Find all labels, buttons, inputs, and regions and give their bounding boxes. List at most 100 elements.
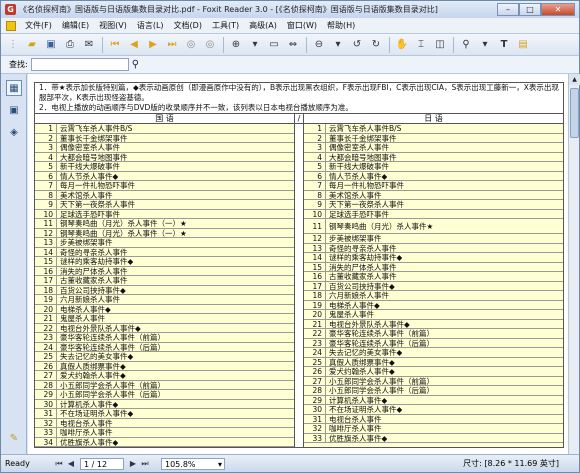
note-icon[interactable]: ▤ bbox=[514, 36, 532, 54]
foxit-app-icon: G bbox=[5, 4, 16, 15]
scrollbar-thumb[interactable] bbox=[570, 88, 579, 138]
table-row: 8 美术馆杀人事件 bbox=[304, 190, 563, 200]
first-page-icon[interactable]: ⏮ bbox=[106, 36, 124, 54]
episode-title: 董事长千金绑架事件 bbox=[329, 133, 397, 142]
zoom-in-icon[interactable]: ⊕ bbox=[227, 36, 245, 54]
hand-tool-icon[interactable]: ✋ bbox=[393, 36, 411, 54]
print-icon[interactable]: ⎙ bbox=[61, 36, 79, 54]
episode-number: 16 bbox=[304, 272, 326, 281]
vertical-scrollbar[interactable]: ▲ bbox=[568, 74, 580, 454]
find-dropdown-icon[interactable]: ▾ bbox=[476, 36, 494, 54]
episode-title: 六月新娘杀人事件 bbox=[60, 295, 120, 304]
ready-status: Ready bbox=[5, 459, 30, 468]
episode-title: 电梯杀人事件◆ bbox=[60, 304, 111, 313]
page-number-field[interactable]: 1 / 12 bbox=[80, 457, 124, 470]
zoom-out-icon[interactable]: ⊖ bbox=[310, 36, 328, 54]
back-icon[interactable]: ◎ bbox=[182, 36, 200, 54]
first-page-status-icon[interactable]: ⏮ bbox=[53, 459, 65, 469]
episode-number: 25 bbox=[35, 352, 57, 361]
close-button[interactable]: ✕ bbox=[541, 3, 575, 16]
status-bar: Ready ⏮ ◀ 1 / 12 ▶ ⏭ 105.8% ▾ 尺寸: [8.26 *… bbox=[1, 454, 579, 472]
next-page-status-icon[interactable]: ▶ bbox=[127, 459, 139, 468]
zoom-out-dropdown-icon[interactable]: ▾ bbox=[329, 36, 347, 54]
table-row: 7 每月一件礼物恐吓事件 bbox=[35, 181, 294, 191]
table-row: 4 大都会暗号地图事件 bbox=[35, 152, 294, 162]
menu-document[interactable]: 文档(D) bbox=[169, 20, 207, 31]
episode-number: 13 bbox=[35, 238, 57, 247]
episode-title: 小五郎同学会杀人事件（后篇） bbox=[329, 386, 434, 395]
menu-language[interactable]: 语言(L) bbox=[132, 20, 169, 31]
table-row: 33 咖啡厅杀人事件 bbox=[35, 428, 294, 438]
forward-icon[interactable]: ◎ bbox=[201, 36, 219, 54]
find-icon[interactable]: ⚲ bbox=[457, 36, 475, 54]
search-input[interactable] bbox=[30, 58, 129, 71]
pages-panel-icon[interactable]: ▣ bbox=[6, 102, 22, 118]
episode-number: 15 bbox=[35, 257, 57, 266]
document-viewport[interactable]: 1．带★表示加长版特别篇，◆表示动画原创（即漫画原作中没有的），B表示出现黑衣组… bbox=[28, 74, 568, 454]
table-row: 21 鬼屋杀人事件 bbox=[35, 314, 294, 324]
episode-number: 24 bbox=[304, 348, 326, 357]
attachment-icon[interactable]: ✎ bbox=[6, 430, 22, 446]
table-row: 29 小五郎同学会杀人事件（后篇） bbox=[35, 390, 294, 400]
rotate-left-icon[interactable]: ↺ bbox=[348, 36, 366, 54]
scroll-up-icon[interactable]: ▲ bbox=[569, 74, 580, 85]
snapshot-icon[interactable]: ◫ bbox=[431, 36, 449, 54]
menu-tools[interactable]: 工具(T) bbox=[207, 20, 244, 31]
table-row: 31 电视台杀人事件 bbox=[304, 414, 563, 424]
episode-title: 豪华客轮连续杀人事件（后篇） bbox=[60, 342, 165, 351]
episode-title: 钢琴奏鸣曲（月光）杀人事件（一）★ bbox=[60, 228, 187, 237]
menu-advanced[interactable]: 高级(A) bbox=[244, 20, 282, 31]
fit-width-icon[interactable]: ⇔ bbox=[284, 36, 302, 54]
note-line: 1．带★表示加长版特别篇，◆表示动画原创（即漫画原作中没有的），B表示出现黑衣组… bbox=[39, 83, 559, 102]
menu-edit[interactable]: 编辑(E) bbox=[57, 20, 94, 31]
episode-title: 天下第一夜祭杀人事件 bbox=[329, 200, 404, 209]
episode-title: 真假人质绑票事件◆ bbox=[60, 361, 126, 370]
episode-title: 美术馆杀人事件 bbox=[329, 190, 382, 199]
table-row: 30 计算机杀人事件◆ bbox=[35, 399, 294, 409]
last-page-icon[interactable]: ⏭ bbox=[163, 36, 181, 54]
open-icon[interactable]: ▰ bbox=[23, 36, 41, 54]
episode-number: 32 bbox=[304, 424, 326, 433]
previous-page-status-icon[interactable]: ◀ bbox=[65, 459, 77, 468]
typewriter-icon[interactable]: T bbox=[495, 36, 513, 54]
chevron-down-icon[interactable]: ▾ bbox=[218, 459, 222, 469]
text-select-icon[interactable]: ⌶ bbox=[412, 36, 430, 54]
next-page-icon[interactable]: ▶ bbox=[144, 36, 162, 54]
table-row: 16 消失的尸体杀人事件 bbox=[35, 266, 294, 276]
menu-help[interactable]: 帮助(H) bbox=[322, 20, 360, 31]
episode-number: 3 bbox=[35, 143, 57, 152]
menu-view[interactable]: 视图(V) bbox=[94, 20, 132, 31]
fit-page-icon[interactable]: ▭ bbox=[265, 36, 283, 54]
bookmarks-panel-icon[interactable]: ▦ bbox=[6, 80, 22, 96]
episode-title: 优胜旗杀人事件◆ bbox=[329, 433, 388, 442]
menu-file[interactable]: 文件(F) bbox=[20, 20, 57, 31]
rotate-right-icon[interactable]: ↻ bbox=[367, 36, 385, 54]
menu-window[interactable]: 窗口(W) bbox=[282, 20, 322, 31]
episode-title: 足球选手恐吓事件 bbox=[329, 209, 389, 218]
table-row: 7 每月一件礼物恐吓事件 bbox=[304, 181, 563, 191]
search-icon[interactable]: ⚲ bbox=[132, 59, 139, 70]
table-row: 19 电梯杀人事件◆ bbox=[304, 300, 563, 310]
email-icon[interactable]: ✉ bbox=[80, 36, 98, 54]
episode-number: 15 bbox=[304, 262, 326, 271]
episode-title: 豪华客轮连续杀人事件（前篇） bbox=[60, 333, 165, 342]
episode-title: 不在场证明杀人事件◆ bbox=[329, 405, 403, 414]
episode-number: 17 bbox=[35, 276, 57, 285]
table-row: 9 天下第一夜祭杀人事件 bbox=[35, 200, 294, 210]
previous-page-icon[interactable]: ◀ bbox=[125, 36, 143, 54]
zoom-level-field[interactable]: 105.8% ▾ bbox=[161, 457, 225, 470]
episode-title: 大都会暗号地图事件 bbox=[60, 152, 128, 161]
episode-title: 计算机杀人事件◆ bbox=[329, 395, 388, 404]
save-icon[interactable]: ▣ bbox=[42, 36, 60, 54]
minimize-button[interactable]: – bbox=[497, 3, 519, 16]
episode-title: 钢琴奏鸣曲（月光）杀人事件（一）★ bbox=[60, 219, 187, 228]
table-row: 14 谜样的乘客劫持事件◆ bbox=[304, 253, 563, 263]
episode-title: 奇怪的寻亲杀人事件 bbox=[60, 247, 128, 256]
episode-number: 1 bbox=[35, 124, 57, 133]
maximize-button[interactable]: □ bbox=[519, 3, 541, 16]
left-sidebar: ▦ ▣ ◈ ✎ bbox=[1, 74, 27, 454]
table-row: 10 足球选手恐吓事件 bbox=[35, 209, 294, 219]
last-page-status-icon[interactable]: ⏭ bbox=[139, 459, 151, 469]
layers-panel-icon[interactable]: ◈ bbox=[6, 124, 22, 140]
zoom-dropdown-icon[interactable]: ▾ bbox=[246, 36, 264, 54]
